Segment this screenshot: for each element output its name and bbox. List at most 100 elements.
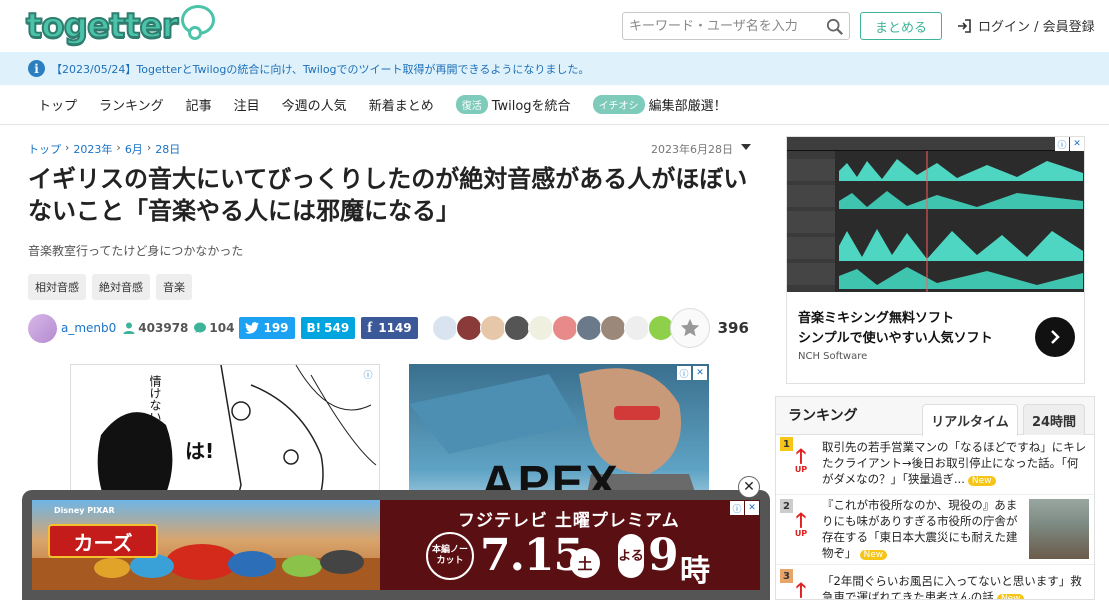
avatar[interactable] [431, 315, 458, 341]
nav-item-weekly[interactable]: 今週の人気 [282, 95, 347, 114]
arrow-up-icon: 🡑 [795, 508, 807, 532]
close-icon[interactable]: ✕ [738, 476, 760, 498]
tag-item[interactable]: 絶対音感 [92, 274, 150, 300]
facebook-count: 1149 [378, 321, 412, 335]
tag-item[interactable]: 音楽 [156, 274, 192, 300]
ad-close-icon[interactable]: ✕ [1070, 137, 1084, 151]
avatar[interactable] [28, 313, 57, 343]
ranking-thumbnail [1029, 499, 1089, 559]
views-count: 403978 [138, 321, 189, 335]
avatar[interactable] [599, 315, 626, 341]
search-input[interactable] [623, 13, 813, 39]
login-link[interactable]: ログイン / 会員登録 [956, 16, 1095, 35]
ranking-widget: ランキング リアルタイム 24時間 1 🡑 UP 取引先の若手営業マンの「なるほ… [775, 396, 1095, 600]
fujitv-ad[interactable]: フジテレビ 土曜プレミアム 本編ノーカット 7.15 土 よる 9 時 ⓘ ✕ [380, 500, 760, 590]
twitter-count: 199 [263, 321, 289, 335]
notice-bar[interactable]: i 【2023/05/24】TogetterとTwilogの統合に向け、Twil… [0, 52, 1109, 85]
avatar[interactable] [575, 315, 602, 341]
logo-text: togetter [25, 5, 179, 47]
ad-headline: 音楽ミキシング無料ソフト [798, 311, 955, 326]
breadcrumb-month[interactable]: 6月 [125, 141, 143, 157]
rank-up-label: UP [794, 529, 808, 538]
tab-realtime[interactable]: リアルタイム [922, 404, 1018, 436]
hatena-bookmark-button[interactable]: B! 549 [300, 317, 356, 339]
favorite-users [431, 315, 674, 341]
ad-info-icon[interactable]: ⓘ [1055, 137, 1069, 151]
ad-close-icon[interactable]: ✕ [745, 501, 759, 515]
ad-info-icon[interactable]: ⓘ [361, 367, 375, 381]
tab-24h[interactable]: 24時間 [1023, 404, 1085, 435]
nav-item-pickup[interactable]: イチオシ 編集部厳選！ [592, 95, 727, 114]
login-icon [958, 18, 971, 33]
list-item[interactable]: 2 🡑 UP 『これが市役所なのか、現役の』あまりにも味がありすぎる市役所の庁舎… [776, 495, 1094, 565]
nav-twilog-label: Twilogを統合 [491, 99, 571, 114]
search-icon[interactable] [826, 18, 844, 36]
main-nav: トップ ランキング 記事 注目 今週の人気 新着まとめ 復活 Twilogを統合… [0, 85, 1109, 125]
search-box [622, 12, 850, 40]
ranking-header: ランキング リアルタイム 24時間 [776, 397, 1094, 436]
notice-text: 【2023/05/24】TogetterとTwilogの統合に向け、Twilog… [51, 62, 590, 76]
ad-info-icon[interactable]: ⓘ [730, 501, 744, 515]
matome-button[interactable]: まとめる [860, 12, 942, 40]
avatar[interactable] [527, 315, 554, 341]
nav-item-ranking[interactable]: ランキング [99, 95, 164, 114]
rank-up-indicator: 🡑 UP [788, 446, 814, 474]
fuji-weekday: 土 [570, 548, 600, 578]
fuji-time: 9 [648, 530, 679, 581]
comments-stat[interactable]: 104 [193, 321, 234, 335]
nav-item-top[interactable]: トップ [38, 95, 77, 114]
avatar[interactable] [551, 315, 578, 341]
nav-item-new[interactable]: 新着まとめ [369, 95, 434, 114]
ranking-item-title: 取引先の若手営業マンの「なるほどですね」にキレたクライアント→後日お取引停止にな… [822, 440, 1087, 486]
favorite-button[interactable] [669, 308, 710, 348]
twitter-icon [245, 322, 260, 334]
fuji-yoru: よる [618, 534, 644, 578]
ad-arrow-button[interactable] [1035, 317, 1075, 357]
twitter-share-button[interactable]: 199 [239, 317, 295, 339]
chevron-right-icon [1051, 330, 1060, 344]
login-label: ログイン / 会員登録 [978, 20, 1095, 35]
breadcrumb-top[interactable]: トップ [28, 141, 61, 157]
ad-headline: シンプルで使いやすい人気ソフト [798, 331, 993, 346]
author-name[interactable]: a_menb0 [61, 321, 116, 335]
author-row: a_menb0 403978 104 199 B! 549 f 1149 396 [28, 308, 756, 348]
ad-close-icon[interactable]: ✕ [693, 366, 707, 380]
sidebar-ad[interactable]: ⓘ ✕ 音楽ミキシング無料ソフト シンプルで使いやすい人気ソフト NCH Sof… [786, 136, 1085, 384]
rank-up-indicator: 🡑 UP [788, 508, 814, 538]
fuji-headline: フジテレビ 土曜プレミアム [458, 511, 680, 531]
nav-pickup-label: 編集部厳選！ [648, 99, 727, 114]
tag-item[interactable]: 相対音感 [28, 274, 86, 300]
avatar[interactable] [455, 315, 482, 341]
ranking-item-text: 『これが市役所なのか、現役の』あまりにも味がありすぎる市役所の庁舎が存在する「東… [822, 497, 1028, 563]
site-logo[interactable]: togetter [25, 5, 215, 47]
favorite-count: 396 [717, 319, 749, 337]
new-badge: New [996, 594, 1025, 599]
list-item[interactable]: 1 🡑 UP 取引先の若手営業マンの「なるほどですね」にキレたクライアント→後日… [776, 435, 1094, 495]
avatar[interactable] [623, 315, 650, 341]
cars-logo: カーズ [48, 524, 158, 558]
nav-item-twilog[interactable]: 復活 Twilogを統合 [455, 95, 571, 114]
breadcrumb: トップ › 2023年 › 6月 › 28日 [28, 141, 181, 157]
fuji-badge: 本編ノーカット [426, 532, 474, 580]
arrow-up-icon: 🡑 [795, 578, 807, 600]
breadcrumb-year[interactable]: 2023年 [73, 141, 112, 157]
manga-text: は! [185, 439, 215, 463]
site-header: togetter まとめる ログイン / 会員登録 [0, 0, 1109, 52]
nav-item-articles[interactable]: 記事 [186, 95, 212, 114]
menu-caret-icon[interactable] [741, 144, 751, 150]
hatena-icon: B! [306, 321, 322, 335]
rank-up-indicator: 🡑 [788, 578, 814, 600]
breadcrumb-day[interactable]: 28日 [155, 141, 180, 157]
facebook-share-button[interactable]: f 1149 [361, 317, 418, 339]
waveform-graphic [787, 151, 1083, 292]
avatar[interactable] [479, 315, 506, 341]
facebook-icon: f [367, 319, 373, 336]
cars-ad-image[interactable]: Disney PIXAR カーズ [32, 500, 380, 590]
list-item[interactable]: 3 🡑 「2年間ぐらいお風呂に入ってないと思います」救急車で運ばれてきた患者さん… [776, 567, 1094, 600]
ad-info-icon[interactable]: ⓘ [677, 366, 691, 380]
nav-item-featured[interactable]: 注目 [234, 95, 260, 114]
comments-count: 104 [209, 321, 235, 335]
hatena-count: 549 [324, 321, 350, 335]
avatar[interactable] [503, 315, 530, 341]
ranking-item-title: 「2年間ぐらいお風呂に入ってないと思います」救急車で運ばれてきた患者さんの話 [822, 574, 1082, 600]
